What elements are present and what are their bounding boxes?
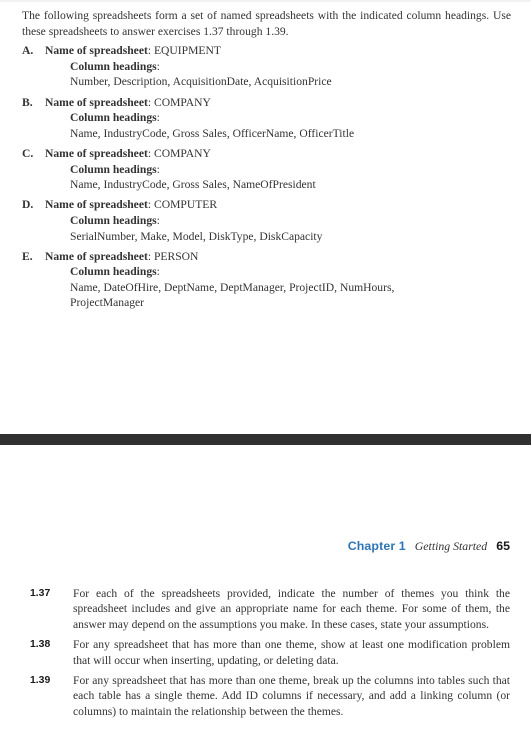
column-headings-values: Name, DateOfHire, DeptName, DeptManager,…	[70, 280, 395, 310]
exercise-number: 1.37	[30, 588, 51, 599]
list-marker: C.	[22, 146, 34, 160]
footer-chapter-label: Chapter 1	[347, 539, 406, 553]
list-item: E. Name of spreadsheet: PERSON Column he…	[22, 249, 511, 311]
name-of-spreadsheet-label: Name of spreadsheet	[45, 95, 148, 109]
name-label-colon: :	[147, 146, 152, 160]
name-label-colon: :	[147, 198, 152, 212]
name-of-spreadsheet-label: Name of spreadsheet	[45, 146, 148, 160]
column-headings-values: Name, IndustryCode, Gross Sales, NameOfP…	[70, 178, 316, 192]
list-item: 1.37 For each of the spreadsheets provid…	[0, 586, 531, 632]
column-headings-colon: :	[156, 213, 160, 227]
spreadsheet-name-value: PERSON	[153, 249, 199, 263]
column-headings-block: Column headings: Name, DateOfHire, DeptN…	[45, 264, 511, 310]
exercise-number: 1.39	[30, 675, 51, 687]
intro-paragraph: The following spreadsheets form a set of…	[22, 9, 511, 38]
column-headings-block: Column headings: Name, IndustryCode, Gro…	[45, 162, 511, 193]
column-headings-block: Column headings: SerialNumber, Make, Mod…	[45, 213, 511, 244]
spreadsheet-name-line: Name of spreadsheet: COMPANY	[45, 146, 511, 162]
list-marker: B.	[22, 95, 33, 109]
spreadsheet-name-line: Name of spreadsheet: PERSON	[45, 249, 511, 265]
list-item: D. Name of spreadsheet: COMPUTER Column …	[22, 197, 511, 243]
column-headings-label-row: Column headings:	[70, 264, 511, 280]
column-headings-block: Column headings: Number, Description, Ac…	[45, 59, 511, 90]
column-headings-label: Column headings	[70, 162, 157, 176]
exercise-text: For each of the spreadsheets provided, i…	[73, 587, 510, 631]
name-label-colon: :	[147, 44, 152, 58]
spreadsheet-list: A. Name of spreadsheet: EQUIPMENT Column…	[22, 43, 511, 310]
list-item: 1.38 For any spreadsheet that has more t…	[0, 637, 531, 668]
spreadsheet-name-value: COMPANY	[153, 146, 211, 160]
column-headings-values: SerialNumber, Make, Model, DiskType, Dis…	[70, 229, 323, 243]
exercise-text: For any spreadsheet that has more than o…	[73, 638, 510, 667]
spreadsheet-name-value: EQUIPMENT	[153, 44, 221, 58]
footer-page-number: 65	[496, 539, 510, 553]
list-item: 1.39 For any spreadsheet that has more t…	[0, 673, 531, 719]
running-footer: Chapter 1 Getting Started 65	[348, 539, 510, 554]
column-headings-label-row: Column headings:	[70, 162, 511, 178]
column-headings-values: Name, IndustryCode, Gross Sales, Officer…	[70, 126, 355, 140]
list-marker: E.	[22, 249, 33, 263]
column-headings-label-row: Column headings:	[70, 110, 511, 126]
spreadsheet-name-value: COMPANY	[153, 95, 211, 109]
list-item: C. Name of spreadsheet: COMPANY Column h…	[22, 146, 511, 192]
name-of-spreadsheet-label: Name of spreadsheet	[45, 44, 148, 58]
column-headings-label-row: Column headings:	[70, 59, 511, 75]
column-headings-label: Column headings	[70, 213, 157, 227]
name-of-spreadsheet-label: Name of spreadsheet	[45, 249, 148, 263]
column-headings-colon: :	[156, 111, 160, 125]
list-item: A. Name of spreadsheet: EQUIPMENT Column…	[22, 43, 511, 89]
column-headings-label: Column headings	[70, 111, 157, 125]
list-item: B. Name of spreadsheet: COMPANY Column h…	[22, 95, 511, 141]
page-top-hairline	[0, 0, 531, 2]
spreadsheet-exercise-block: The following spreadsheets form a set of…	[22, 8, 511, 315]
list-marker: A.	[22, 44, 34, 58]
footer-chapter-title: Getting Started	[414, 539, 488, 553]
name-of-spreadsheet-label: Name of spreadsheet	[45, 198, 148, 212]
page-separator-bar	[0, 434, 531, 445]
name-label-colon: :	[147, 95, 152, 109]
exercise-text: For any spreadsheet that has more than o…	[73, 674, 510, 718]
spreadsheet-name-line: Name of spreadsheet: COMPANY	[45, 95, 511, 111]
column-headings-colon: :	[156, 59, 160, 73]
column-headings-block: Column headings: Name, IndustryCode, Gro…	[45, 110, 511, 141]
column-headings-values: Number, Description, AcquisitionDate, Ac…	[70, 75, 332, 89]
column-headings-colon: :	[156, 162, 160, 176]
spreadsheet-name-line: Name of spreadsheet: EQUIPMENT	[45, 43, 511, 59]
column-headings-label-row: Column headings:	[70, 213, 511, 229]
spreadsheet-name-line: Name of spreadsheet: COMPUTER	[45, 197, 511, 213]
column-headings-label: Column headings	[70, 59, 157, 73]
column-headings-label: Column headings	[70, 265, 157, 279]
name-label-colon: :	[147, 249, 152, 263]
list-marker: D.	[22, 198, 34, 212]
exercise-list: 1.37 For each of the spreadsheets provid…	[0, 586, 531, 724]
spreadsheet-name-value: COMPUTER	[153, 198, 218, 212]
column-headings-colon: :	[156, 265, 160, 279]
exercise-number: 1.38	[30, 639, 51, 651]
